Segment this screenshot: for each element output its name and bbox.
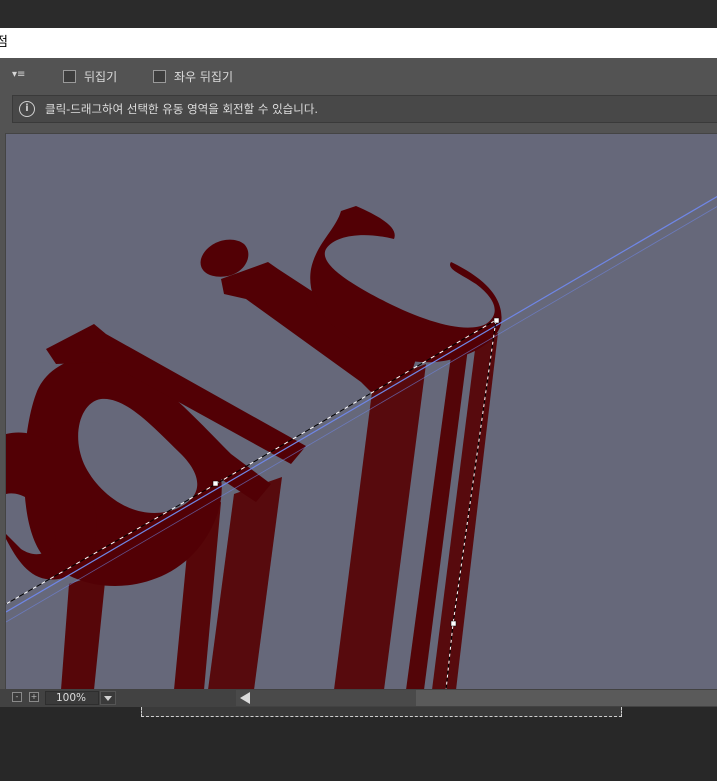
- scrollbar-thumb[interactable]: [236, 690, 416, 706]
- transform-handle[interactable]: [212, 480, 219, 487]
- letter-i-dot: [200, 239, 249, 277]
- flip-horizontal-label: 좌우 뒤집기: [174, 69, 234, 84]
- transform-handle[interactable]: [450, 620, 457, 627]
- zoom-out-button[interactable]: -: [12, 692, 22, 702]
- canvas-artwork: [6, 195, 717, 690]
- panel-menu-icon[interactable]: ▾≡: [12, 68, 32, 82]
- info-message: 클릭-드래그하여 선택한 유동 영역을 회전할 수 있습니다.: [45, 102, 319, 116]
- status-bar: - + 100%: [0, 689, 717, 707]
- zoom-in-button[interactable]: +: [29, 692, 39, 702]
- checkbox-box[interactable]: [153, 69, 166, 83]
- app-top-bar: [0, 0, 717, 28]
- vanishing-point-dialog: ▾≡ 뒤집기 좌우 뒤집기 i 클릭-드래그하여 선택한 유동 영역을 회전할 …: [0, 58, 717, 707]
- scroll-left-arrow-icon[interactable]: [240, 692, 250, 704]
- extrusion-bar: [61, 572, 106, 690]
- preview-canvas[interactable]: [5, 133, 717, 690]
- selection-edge-strip: [141, 707, 622, 717]
- checkbox-box[interactable]: [63, 69, 76, 83]
- info-bar: i 클릭-드래그하여 선택한 유동 영역을 회전할 수 있습니다.: [12, 95, 717, 123]
- extruded-letters: [6, 206, 502, 690]
- options-toolbar: ▾≡ 뒤집기 좌우 뒤집기: [0, 58, 717, 94]
- dialog-title-bar: 점: [0, 28, 717, 58]
- zoom-level-field[interactable]: 100%: [45, 691, 99, 705]
- info-icon: i: [19, 101, 35, 117]
- flip-vertical-label: 뒤집기: [84, 69, 118, 84]
- dialog-title: 점: [0, 35, 8, 50]
- flip-horizontal-checkbox[interactable]: 좌우 뒤집기: [153, 68, 233, 84]
- horizontal-scrollbar[interactable]: [236, 690, 717, 706]
- flip-vertical-checkbox[interactable]: 뒤집기: [63, 68, 117, 84]
- transform-handle[interactable]: [493, 317, 500, 324]
- letter-partial: [6, 432, 97, 580]
- zoom-dropdown-button[interactable]: [100, 691, 116, 705]
